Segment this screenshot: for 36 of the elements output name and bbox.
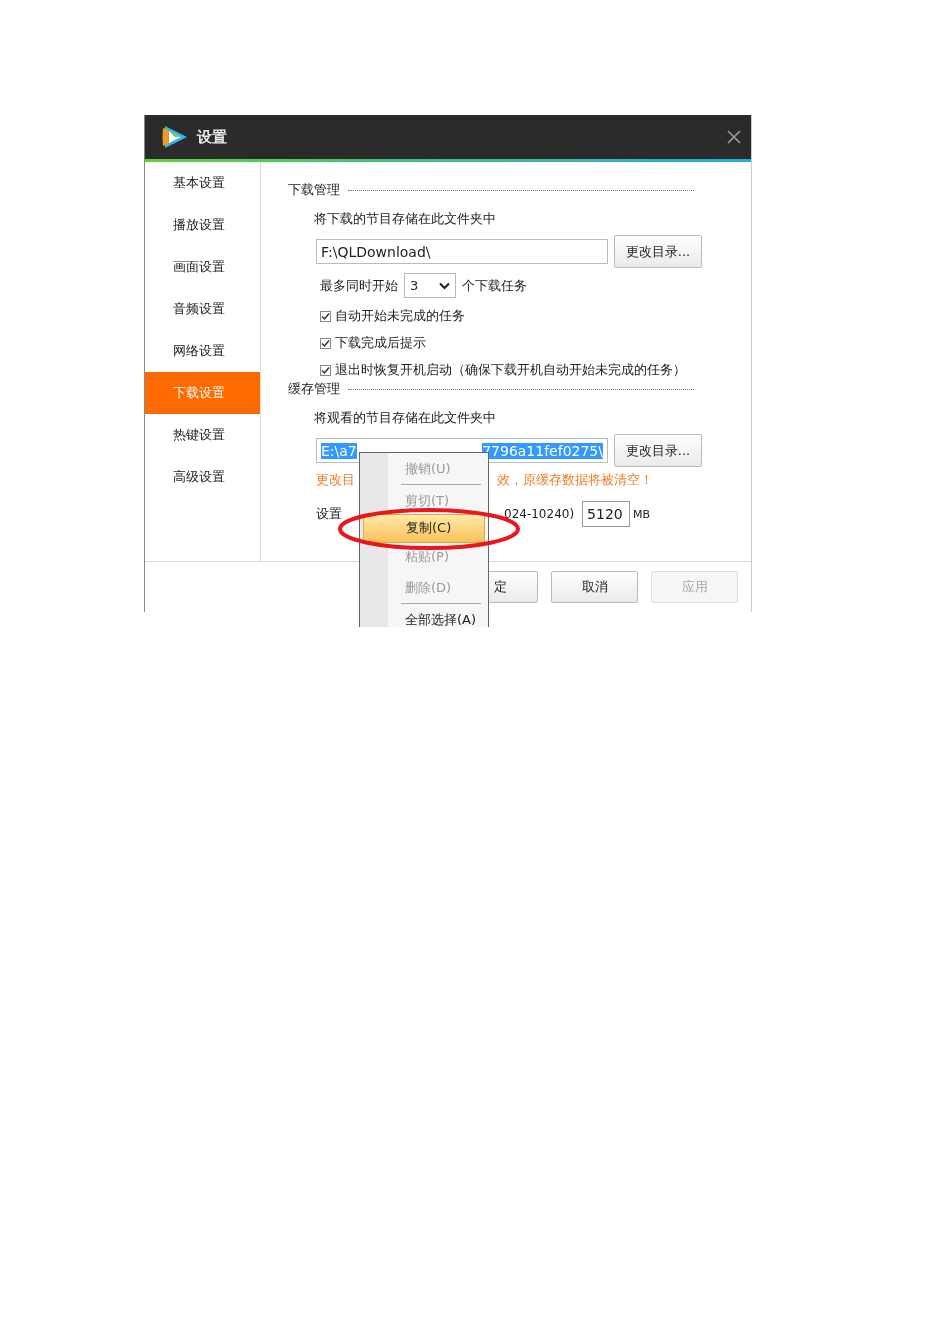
chevron-down-icon <box>439 281 450 290</box>
checkbox-label: 退出时恢复开机启动（确保下载开机自动开始未完成的任务） <box>335 361 686 379</box>
sidebar-item[interactable]: 热键设置 <box>145 414 260 456</box>
folder-label: 将观看的节目存储在此文件夹中 <box>314 409 497 427</box>
window-title: 设置 <box>197 127 227 147</box>
change-folder-button[interactable]: 更改目录... <box>614 235 702 268</box>
menu-item[interactable]: 复制(C) <box>363 514 485 543</box>
max-tasks-label: 最多同时开始 <box>320 276 398 295</box>
size-range-label: 024-10240) <box>504 507 575 521</box>
tasks-dropdown[interactable]: 3 <box>404 273 456 298</box>
checkbox-label: 自动开始未完成的任务 <box>335 307 465 325</box>
warning-text: 效，原缓存数据将被清空！ <box>497 471 653 489</box>
sidebar-item[interactable]: 基本设置 <box>145 162 260 204</box>
warning-text: 更改目 <box>316 471 355 489</box>
sidebar-item[interactable]: 音频设置 <box>145 288 260 330</box>
checkbox[interactable] <box>320 364 331 376</box>
sidebar-item[interactable]: 播放设置 <box>145 204 260 246</box>
sidebar-item[interactable]: 高级设置 <box>145 456 260 498</box>
sidebar-item[interactable]: 画面设置 <box>145 246 260 288</box>
cache-size-field[interactable]: 5120 <box>582 501 631 527</box>
cache-size-label: 设置 <box>316 505 342 523</box>
tasks-suffix-label: 个下载任务 <box>462 276 527 295</box>
checkbox[interactable] <box>320 310 331 322</box>
sidebar-item[interactable]: 网络设置 <box>145 330 260 372</box>
checkbox-label: 下载完成后提示 <box>335 334 426 352</box>
folder-label: 将下载的节目存储在此文件夹中 <box>314 210 497 228</box>
folder-field[interactable]: F:\QLDownload\ <box>316 239 608 264</box>
unit-label: MB <box>633 507 651 521</box>
change-folder-button[interactable]: 更改目录... <box>614 434 702 467</box>
checkbox[interactable] <box>320 337 331 349</box>
dialog-button[interactable]: 取消 <box>551 571 638 603</box>
section-title: 缓存管理 <box>288 380 340 398</box>
menu-item[interactable]: 全部选择(A) <box>363 606 485 627</box>
close-icon[interactable] <box>727 130 741 144</box>
section-title: 下载管理 <box>288 181 340 199</box>
play-logo-icon <box>161 124 189 150</box>
